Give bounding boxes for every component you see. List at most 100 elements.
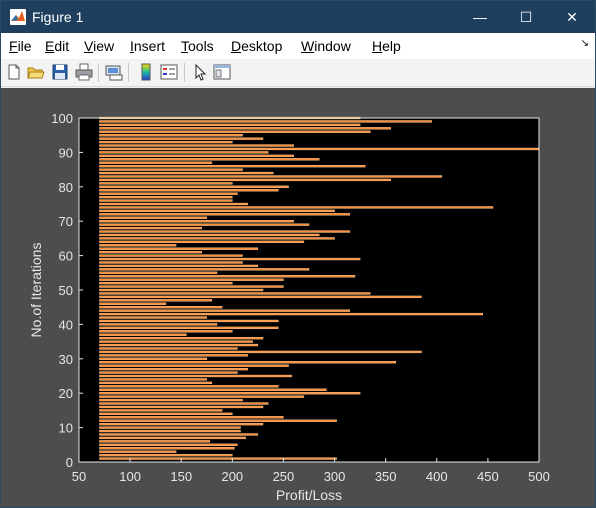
bar xyxy=(99,206,494,209)
new-figure-icon[interactable] xyxy=(5,63,23,81)
y-axis-ticks: 0 10 20 30 40 50 60 70 80 90 100 xyxy=(51,111,83,470)
x-tick-label: 100 xyxy=(119,469,141,484)
menu-tools[interactable]: Tools xyxy=(181,38,214,54)
bar xyxy=(99,134,243,137)
bar xyxy=(99,388,327,391)
x-tick-label: 200 xyxy=(221,469,243,484)
bar xyxy=(99,189,279,192)
bar xyxy=(99,354,248,357)
bar xyxy=(99,426,241,429)
bar xyxy=(99,192,238,195)
x-tick-label: 350 xyxy=(375,469,397,484)
bar xyxy=(99,161,213,164)
bar xyxy=(99,195,233,199)
bar xyxy=(99,213,351,216)
toolbar-separator xyxy=(184,63,185,82)
toolbar-separator xyxy=(98,63,99,82)
bar xyxy=(99,374,292,378)
bar xyxy=(99,323,218,326)
bar xyxy=(99,254,243,257)
title-bar[interactable]: Figure 1 — ☐ ✕ xyxy=(1,1,595,33)
x-axis-label: Profit/Loss xyxy=(276,487,342,503)
bar xyxy=(99,361,397,364)
x-tick-label: 150 xyxy=(170,469,192,484)
toolbar-separator xyxy=(128,63,129,82)
y-tick-label: 100 xyxy=(51,111,73,126)
bar xyxy=(99,216,207,219)
x-tick-label: 250 xyxy=(273,469,295,484)
open-file-icon[interactable] xyxy=(27,63,45,81)
bar xyxy=(99,392,361,395)
minimize-button[interactable]: — xyxy=(457,1,503,33)
window-title: Figure 1 xyxy=(32,9,84,25)
bar xyxy=(99,140,233,144)
bar xyxy=(99,319,279,323)
figure-window: Figure 1 — ☐ ✕ File Edit View Insert Too… xyxy=(0,0,596,508)
bar xyxy=(99,130,371,133)
bar xyxy=(99,244,177,247)
menu-help[interactable]: Help xyxy=(372,38,401,54)
y-axis-label: No.of Iterations xyxy=(28,243,44,338)
menu-window[interactable]: Window xyxy=(301,38,351,54)
bar xyxy=(99,223,310,226)
bar xyxy=(99,457,337,460)
bar xyxy=(99,202,248,206)
bar xyxy=(99,385,279,388)
bar xyxy=(99,450,177,453)
bar xyxy=(99,264,259,268)
bar xyxy=(99,288,264,292)
menu-edit[interactable]: Edit xyxy=(45,38,69,54)
maximize-button[interactable]: ☐ xyxy=(503,1,549,33)
bar xyxy=(99,330,233,333)
bar xyxy=(99,120,432,123)
bar xyxy=(99,182,233,185)
pointer-icon[interactable] xyxy=(191,63,209,81)
property-editor-icon[interactable] xyxy=(213,63,231,81)
bar xyxy=(99,337,264,340)
bar xyxy=(99,405,264,409)
menu-desktop[interactable]: Desktop xyxy=(231,38,282,54)
close-button[interactable]: ✕ xyxy=(549,1,595,33)
y-tick-label: 50 xyxy=(59,283,73,298)
bar xyxy=(99,429,241,433)
bar xyxy=(99,436,246,440)
print-preview-icon[interactable] xyxy=(105,63,123,81)
bar xyxy=(99,367,248,371)
menu-bar: File Edit View Insert Tools Desktop Wind… xyxy=(1,33,595,59)
bar xyxy=(99,147,540,151)
legend-icon[interactable] xyxy=(160,63,178,81)
bar xyxy=(99,316,207,319)
y-tick-label: 60 xyxy=(59,249,73,264)
bar xyxy=(99,340,253,343)
menu-insert[interactable]: Insert xyxy=(130,38,165,54)
bar xyxy=(99,295,422,299)
bar xyxy=(99,123,361,127)
bar xyxy=(99,127,391,130)
figure-canvas: 50 100 150 200 250 300 350 400 450 500 0 10 20 30 40 5… xyxy=(1,88,595,507)
bar xyxy=(99,381,213,385)
matlab-icon xyxy=(10,9,26,25)
bar xyxy=(99,398,243,402)
bar xyxy=(99,268,310,271)
print-icon[interactable] xyxy=(75,63,93,81)
x-tick-label: 400 xyxy=(426,469,448,484)
bar xyxy=(99,364,289,367)
menu-view[interactable]: View xyxy=(84,38,114,54)
bar xyxy=(99,226,202,230)
bar xyxy=(99,209,335,213)
toolbar xyxy=(1,59,595,87)
y-tick-label: 20 xyxy=(59,386,73,401)
colorbar-icon[interactable] xyxy=(137,63,155,81)
bar xyxy=(99,171,274,175)
bar xyxy=(99,275,356,278)
bar xyxy=(99,261,243,264)
save-icon[interactable] xyxy=(51,63,69,81)
bar xyxy=(99,433,259,436)
bar xyxy=(99,357,207,360)
dock-arrow-icon[interactable]: ↘ xyxy=(581,38,589,49)
bar xyxy=(99,350,422,354)
bar xyxy=(99,168,243,171)
bar xyxy=(99,251,202,254)
menu-file[interactable]: File xyxy=(9,38,32,54)
bar xyxy=(99,371,238,374)
